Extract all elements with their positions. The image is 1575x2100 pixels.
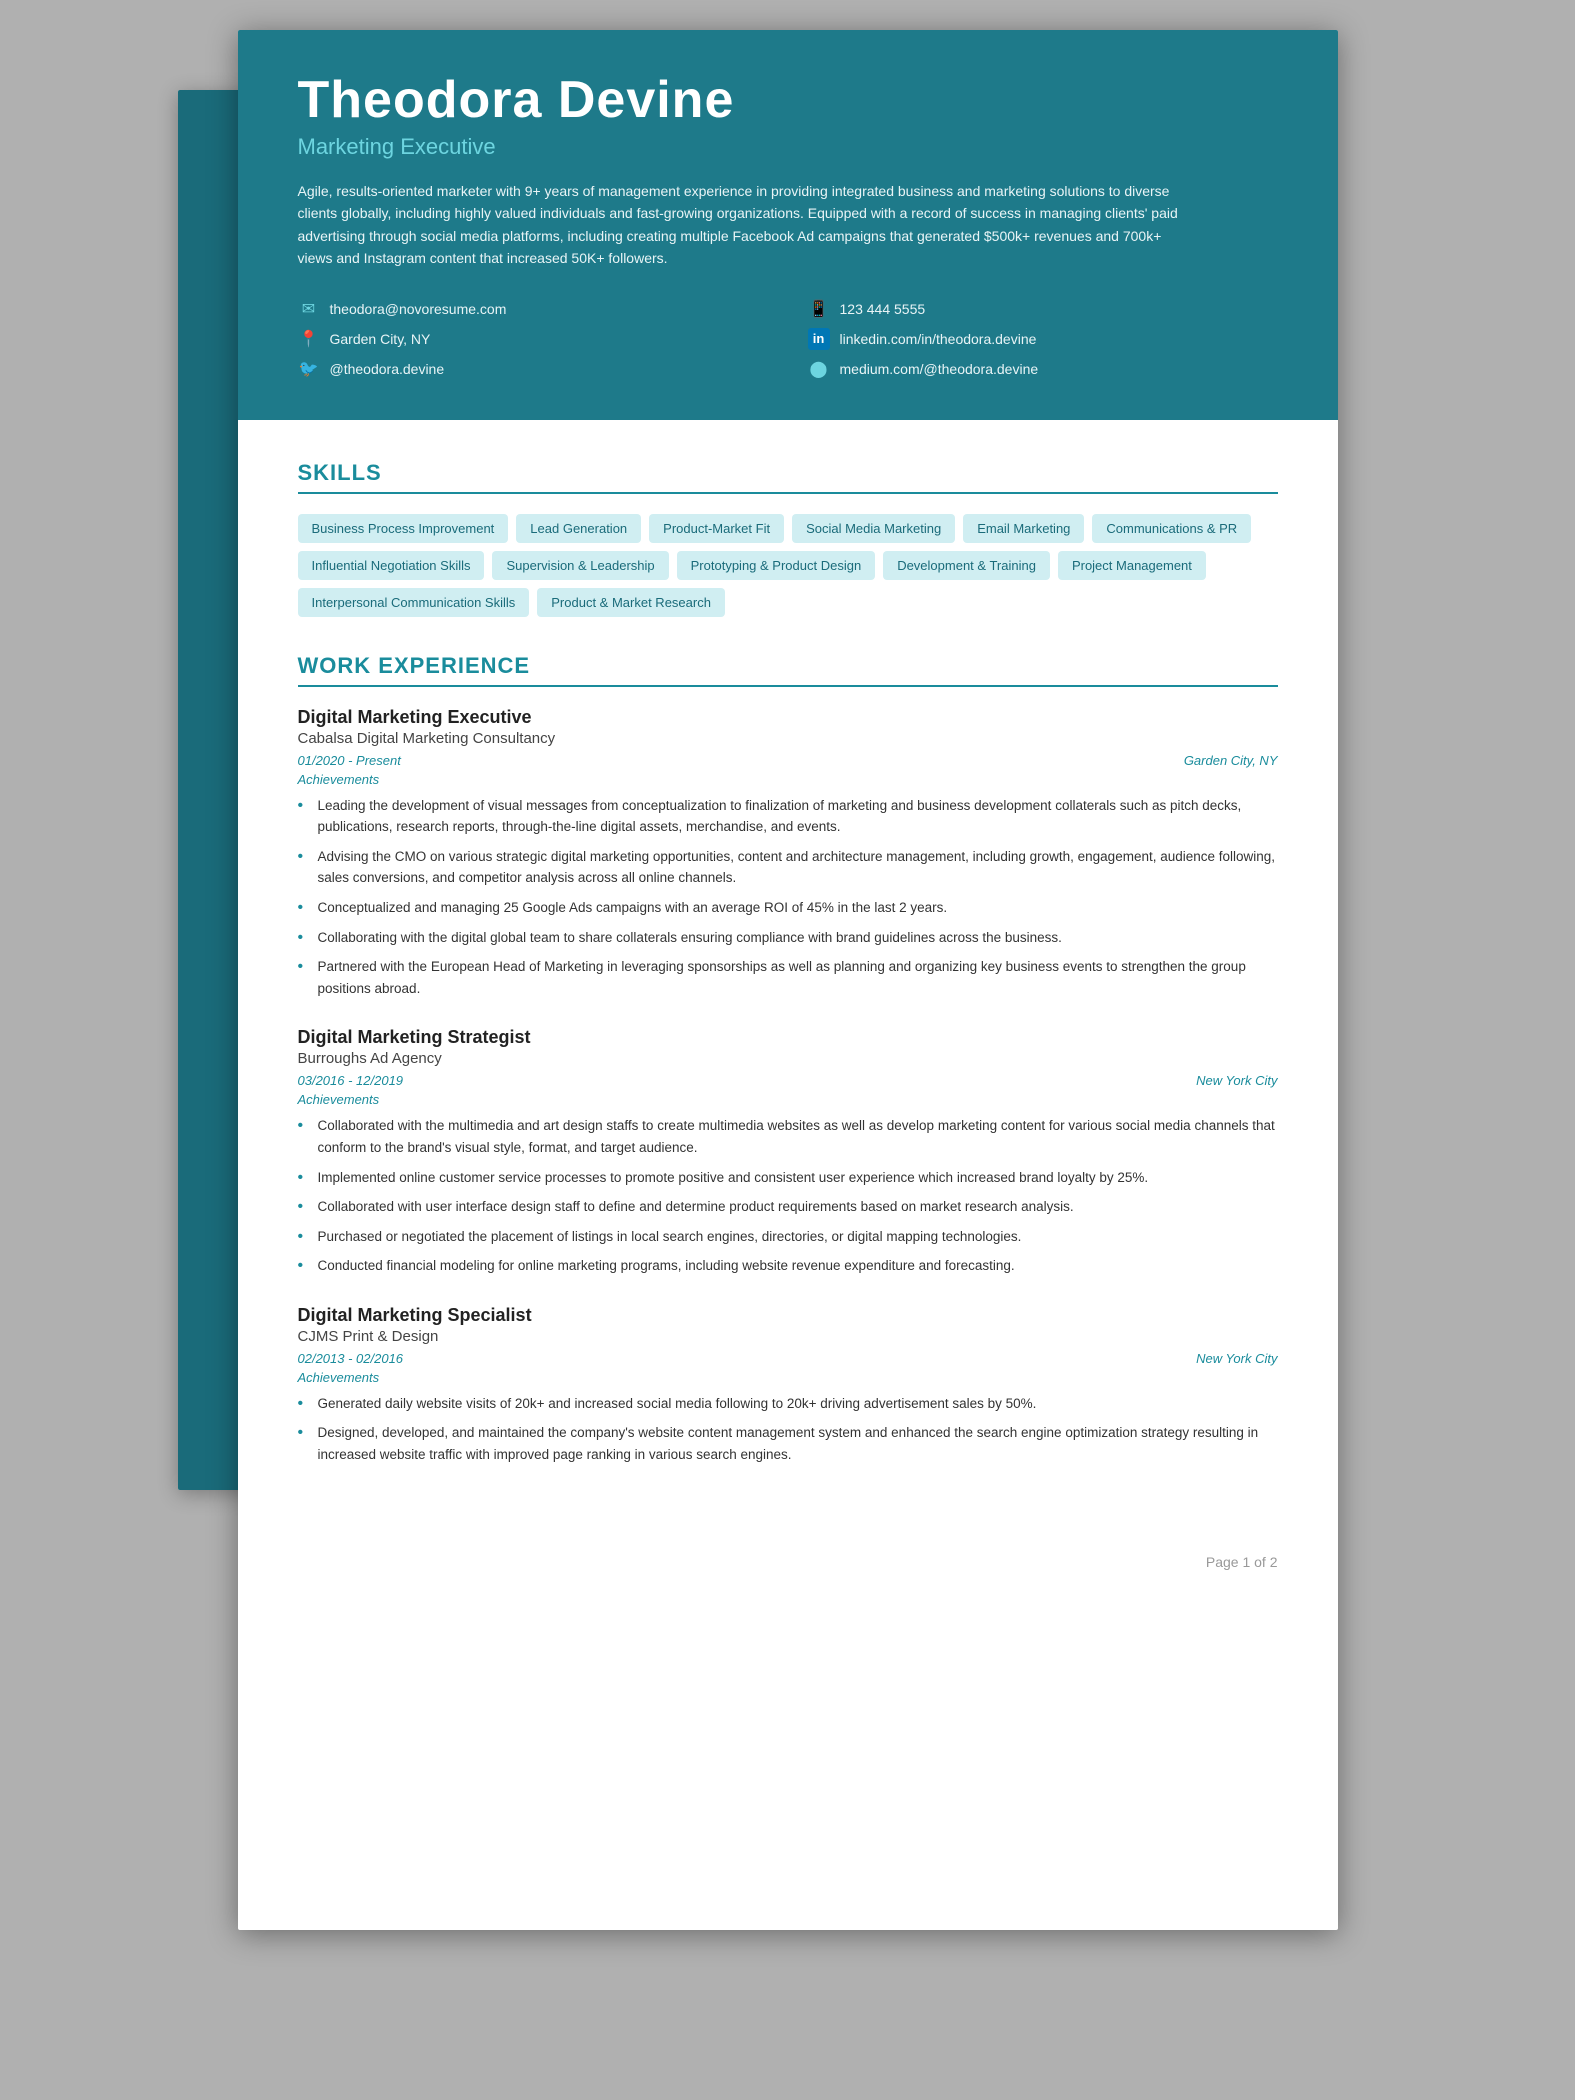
- contact-location: 📍 Garden City, NY: [298, 328, 768, 350]
- skill-supervision: Supervision & Leadership: [492, 551, 668, 580]
- skill-product-market-fit: Product-Market Fit: [649, 514, 784, 543]
- skills-grid: Business Process Improvement Lead Genera…: [298, 514, 1278, 617]
- job-2-location: New York City: [1196, 1073, 1277, 1088]
- linkedin-icon: in: [808, 328, 830, 350]
- contact-phone: 📱 123 444 5555: [808, 298, 1278, 320]
- contact-twitter: 🐦 @theodora.devine: [298, 358, 768, 380]
- skill-business-process: Business Process Improvement: [298, 514, 509, 543]
- work-experience-section: WORK EXPERIENCE Digital Marketing Execut…: [298, 653, 1278, 1466]
- job-3-bullet-2: Designed, developed, and maintained the …: [298, 1422, 1278, 1465]
- job-1-bullet-4: Collaborating with the digital global te…: [298, 927, 1278, 949]
- job-2-meta: 03/2016 - 12/2019 New York City: [298, 1073, 1278, 1088]
- job-entry-3: Digital Marketing Specialist CJMS Print …: [298, 1305, 1278, 1466]
- job-2-company: Burroughs Ad Agency: [298, 1050, 1278, 1067]
- job-3-achievements-label: Achievements: [298, 1370, 1278, 1385]
- job-1-title: Digital Marketing Executive: [298, 707, 1278, 728]
- contact-grid: ✉ theodora@novoresume.com 📱 123 444 5555…: [298, 298, 1278, 380]
- job-entry-2: Digital Marketing Strategist Burroughs A…: [298, 1027, 1278, 1277]
- contact-linkedin: in linkedin.com/in/theodora.devine: [808, 328, 1278, 350]
- skill-project-mgmt: Project Management: [1058, 551, 1206, 580]
- skills-title: SKILLS: [298, 460, 1278, 494]
- skill-development: Development & Training: [883, 551, 1050, 580]
- job-3-bullets: Generated daily website visits of 20k+ a…: [298, 1393, 1278, 1466]
- medium-icon: ⬤: [808, 358, 830, 380]
- job-1-bullet-3: Conceptualized and managing 25 Google Ad…: [298, 897, 1278, 919]
- phone-icon: 📱: [808, 298, 830, 320]
- job-1-bullet-5: Partnered with the European Head of Mark…: [298, 956, 1278, 999]
- skill-market-research: Product & Market Research: [537, 588, 725, 617]
- skill-negotiation: Influential Negotiation Skills: [298, 551, 485, 580]
- main-content: SKILLS Business Process Improvement Lead…: [238, 420, 1338, 1534]
- job-3-dates: 02/2013 - 02/2016: [298, 1351, 404, 1366]
- job-3-company: CJMS Print & Design: [298, 1328, 1278, 1345]
- page-1-number: Page 1 of 2: [238, 1534, 1338, 1600]
- job-3-meta: 02/2013 - 02/2016 New York City: [298, 1351, 1278, 1366]
- job-1-company: Cabalsa Digital Marketing Consultancy: [298, 730, 1278, 747]
- job-2-achievements-label: Achievements: [298, 1092, 1278, 1107]
- job-3-location: New York City: [1196, 1351, 1277, 1366]
- job-2-bullet-4: Purchased or negotiated the placement of…: [298, 1226, 1278, 1248]
- job-1-bullet-1: Leading the development of visual messag…: [298, 795, 1278, 838]
- location-text: Garden City, NY: [330, 331, 431, 347]
- job-1-location: Garden City, NY: [1184, 753, 1278, 768]
- job-entry-1: Digital Marketing Executive Cabalsa Digi…: [298, 707, 1278, 1000]
- job-1-dates: 01/2020 - Present: [298, 753, 401, 768]
- job-2-bullets: Collaborated with the multimedia and art…: [298, 1115, 1278, 1277]
- candidate-name: Theodora Devine: [298, 70, 1278, 130]
- job-2-bullet-2: Implemented online customer service proc…: [298, 1167, 1278, 1189]
- job-1-meta: 01/2020 - Present Garden City, NY: [298, 753, 1278, 768]
- page-number-text: Page 1 of 2: [1206, 1554, 1278, 1570]
- page-1: Theodora Devine Marketing Executive Agil…: [238, 30, 1338, 1930]
- job-2-bullet-1: Collaborated with the multimedia and art…: [298, 1115, 1278, 1158]
- linkedin-text: linkedin.com/in/theodora.devine: [840, 331, 1037, 347]
- page-stack: CER... Goog... Goog... Camp... Search...…: [238, 30, 1338, 1930]
- skill-comms-pr: Communications & PR: [1092, 514, 1251, 543]
- job-3-bullet-1: Generated daily website visits of 20k+ a…: [298, 1393, 1278, 1415]
- job-1-bullets: Leading the development of visual messag…: [298, 795, 1278, 1000]
- skill-interpersonal: Interpersonal Communication Skills: [298, 588, 530, 617]
- job-2-dates: 03/2016 - 12/2019: [298, 1073, 404, 1088]
- job-2-title: Digital Marketing Strategist: [298, 1027, 1278, 1048]
- skill-lead-gen: Lead Generation: [516, 514, 641, 543]
- contact-medium: ⬤ medium.com/@theodora.devine: [808, 358, 1278, 380]
- twitter-text: @theodora.devine: [330, 361, 445, 377]
- job-2-bullet-5: Conducted financial modeling for online …: [298, 1255, 1278, 1277]
- email-icon: ✉: [298, 298, 320, 320]
- skill-prototyping: Prototyping & Product Design: [677, 551, 876, 580]
- medium-text: medium.com/@theodora.devine: [840, 361, 1039, 377]
- skills-section: SKILLS Business Process Improvement Lead…: [298, 460, 1278, 617]
- candidate-summary: Agile, results-oriented marketer with 9+…: [298, 180, 1198, 270]
- contact-email: ✉ theodora@novoresume.com: [298, 298, 768, 320]
- work-title: WORK EXPERIENCE: [298, 653, 1278, 687]
- job-2-bullet-3: Collaborated with user interface design …: [298, 1196, 1278, 1218]
- skill-email-marketing: Email Marketing: [963, 514, 1084, 543]
- resume-header: Theodora Devine Marketing Executive Agil…: [238, 30, 1338, 420]
- candidate-title: Marketing Executive: [298, 134, 1278, 160]
- phone-text: 123 444 5555: [840, 301, 926, 317]
- twitter-icon: 🐦: [298, 358, 320, 380]
- skill-social-media: Social Media Marketing: [792, 514, 955, 543]
- email-text: theodora@novoresume.com: [330, 301, 507, 317]
- job-1-achievements-label: Achievements: [298, 772, 1278, 787]
- job-1-bullet-2: Advising the CMO on various strategic di…: [298, 846, 1278, 889]
- job-3-title: Digital Marketing Specialist: [298, 1305, 1278, 1326]
- location-icon: 📍: [298, 328, 320, 350]
